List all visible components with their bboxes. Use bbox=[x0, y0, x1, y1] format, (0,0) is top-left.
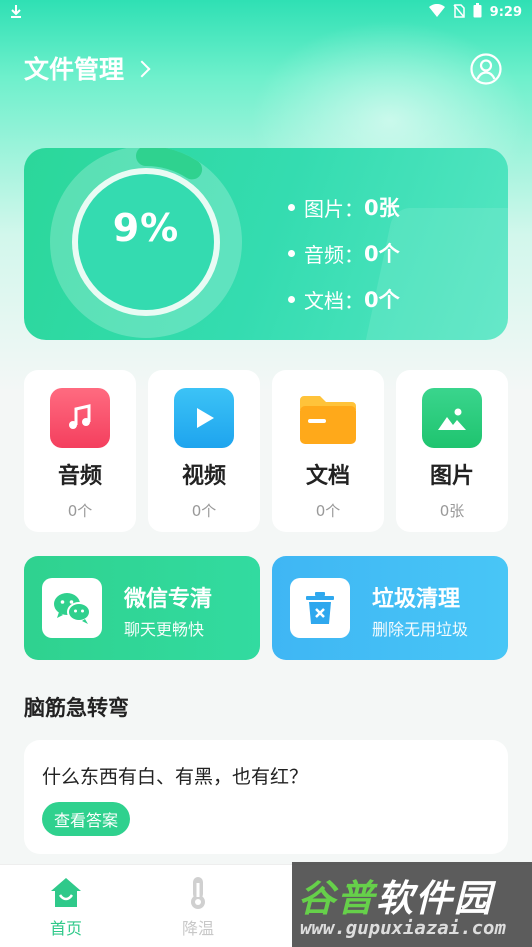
wechat-icon bbox=[42, 578, 102, 638]
image-icon bbox=[422, 388, 482, 448]
category-docs[interactable]: 文档 0个 bbox=[272, 370, 384, 532]
category-video[interactable]: 视频 0个 bbox=[148, 370, 260, 532]
storage-card[interactable]: 9% 图片： 0张 音频： 0个 文档： 0个 bbox=[24, 148, 508, 340]
download-icon bbox=[10, 4, 22, 22]
profile-button[interactable] bbox=[470, 53, 502, 85]
stat-images: 图片： 0张 bbox=[288, 184, 400, 230]
wechat-clean-card[interactable]: 微信专清 聊天更畅快 bbox=[24, 556, 260, 660]
view-answer-button[interactable]: 查看答案 bbox=[42, 802, 131, 836]
battery-icon bbox=[473, 3, 482, 22]
user-icon bbox=[470, 53, 502, 85]
play-icon bbox=[174, 388, 234, 448]
chevron-right-icon bbox=[133, 60, 151, 78]
watermark-url: www.gupuxiazai.com bbox=[300, 917, 506, 939]
category-images[interactable]: 图片 0张 bbox=[396, 370, 508, 532]
nav-cooling[interactable]: 降温 bbox=[158, 875, 238, 939]
wifi-icon bbox=[428, 3, 445, 21]
section-title: 脑筋急转弯 bbox=[24, 696, 129, 720]
action-cards: 微信专清 聊天更畅快 垃圾清理 删除无用垃圾 bbox=[24, 556, 508, 660]
riddle-question: 什么东西有白、有黑，也有红？ bbox=[42, 766, 309, 788]
stat-docs: 文档： 0个 bbox=[288, 276, 400, 322]
junk-clean-card[interactable]: 垃圾清理 删除无用垃圾 bbox=[272, 556, 508, 660]
watermark-logo: 谷普软件园 www.gupuxiazai.com bbox=[292, 862, 532, 947]
category-audio[interactable]: 音频 0个 bbox=[24, 370, 136, 532]
status-time: 9:29 bbox=[489, 5, 522, 20]
thermometer-icon bbox=[191, 877, 205, 909]
music-icon bbox=[50, 388, 110, 448]
nav-home[interactable]: 首页 bbox=[26, 875, 106, 939]
no-sim-icon bbox=[453, 3, 465, 22]
page-title: 文件管理 bbox=[24, 55, 125, 84]
home-icon bbox=[51, 878, 81, 907]
folder-icon bbox=[298, 388, 358, 448]
status-bar: 9:29 bbox=[0, 0, 532, 26]
storage-percent: 9% bbox=[112, 206, 180, 250]
stat-audio: 音频： 0个 bbox=[288, 230, 400, 276]
storage-stats: 图片： 0张 音频： 0个 文档： 0个 bbox=[288, 184, 400, 322]
riddle-card: 什么东西有白、有黑，也有红？ 查看答案 bbox=[24, 740, 508, 854]
trash-icon bbox=[290, 578, 350, 638]
category-grid: 音频 0个 视频 0个 文档 0个 图片 0张 bbox=[24, 370, 508, 532]
file-manager-link[interactable]: 文件管理 bbox=[24, 50, 151, 86]
